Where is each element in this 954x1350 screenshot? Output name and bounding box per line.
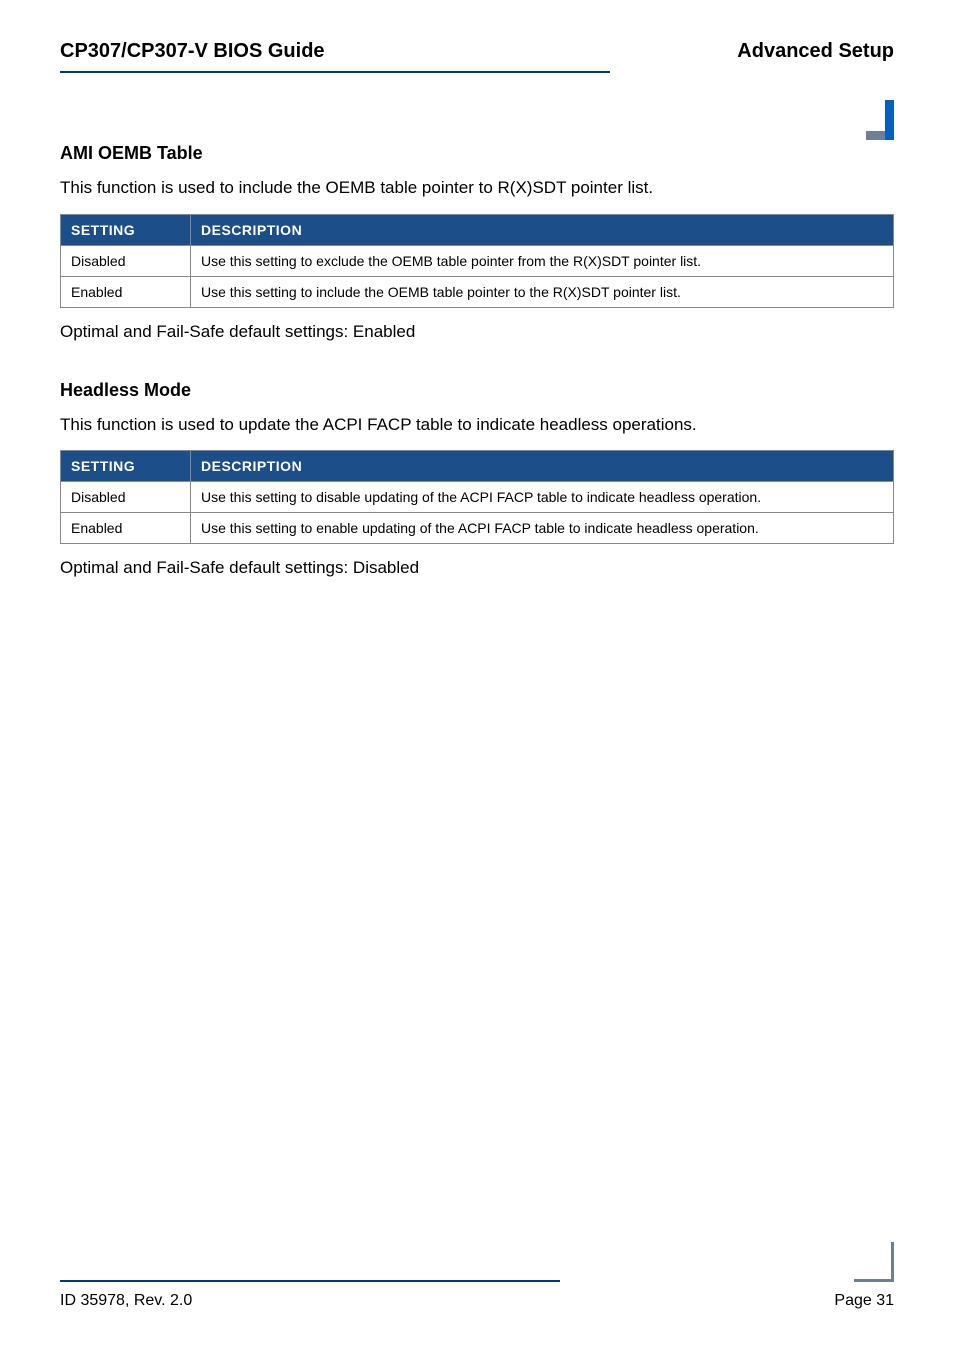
footer-right: Page 31 [834,1292,894,1310]
th-description: DESCRIPTION [191,214,894,245]
header-right: Advanced Setup [737,40,894,63]
content-area: AMI OEMB Table This function is used to … [60,143,894,580]
footer-rule [60,1280,560,1282]
cell-description: Use this setting to disable updating of … [191,482,894,513]
settings-table: SETTING DESCRIPTION Disabled Use this se… [60,214,894,308]
page-footer: ID 35978, Rev. 2.0 Page 31 [60,1280,894,1310]
cell-description: Use this setting to include the OEMB tab… [191,276,894,307]
section-intro: This function is used to update the ACPI… [60,413,894,437]
cell-setting: Disabled [61,245,191,276]
settings-table: SETTING DESCRIPTION Disabled Use this se… [60,450,894,544]
table-row: Disabled Use this setting to disable upd… [61,482,894,513]
cell-description: Use this setting to enable updating of t… [191,513,894,544]
footer-left: ID 35978, Rev. 2.0 [60,1292,192,1310]
section-heading: AMI OEMB Table [60,143,894,164]
header-left: CP307/CP307-V BIOS Guide [60,40,325,63]
cell-setting: Disabled [61,482,191,513]
header-rule [60,71,610,73]
section-note: Optimal and Fail-Safe default settings: … [60,556,894,580]
table-row: Enabled Use this setting to include the … [61,276,894,307]
section-note: Optimal and Fail-Safe default settings: … [60,320,894,344]
table-row: Enabled Use this setting to enable updat… [61,513,894,544]
th-description: DESCRIPTION [191,451,894,482]
table-row: Disabled Use this setting to exclude the… [61,245,894,276]
corner-decor-top [854,100,894,140]
corner-decor-bottom [854,1242,894,1282]
cell-description: Use this setting to exclude the OEMB tab… [191,245,894,276]
section-intro: This function is used to include the OEM… [60,176,894,200]
section-heading: Headless Mode [60,380,894,401]
cell-setting: Enabled [61,276,191,307]
th-setting: SETTING [61,451,191,482]
page-header: CP307/CP307-V BIOS Guide Advanced Setup [60,40,894,71]
th-setting: SETTING [61,214,191,245]
cell-setting: Enabled [61,513,191,544]
